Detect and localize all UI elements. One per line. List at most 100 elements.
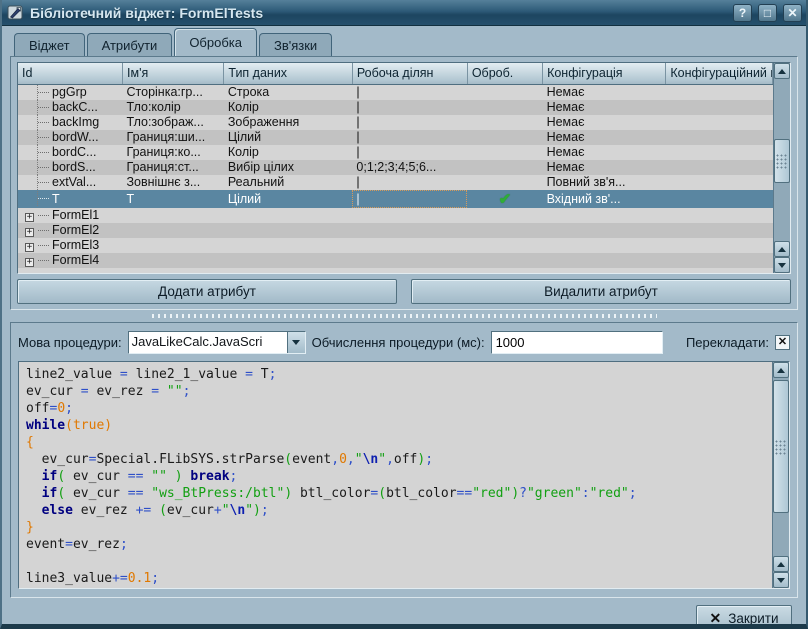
procedure-language-select[interactable]: JavaLikeCalc.JavaScri	[128, 331, 306, 354]
table-row[interactable]: backC...Тло:колірКолір|Немає	[18, 100, 773, 115]
expander-icon[interactable]: +	[25, 213, 34, 222]
column-header[interactable]: Конфігурація	[543, 63, 666, 84]
maximize-button[interactable]: □	[758, 4, 777, 22]
scroll-up-button-bottom[interactable]	[773, 556, 789, 572]
column-header[interactable]: Ім'я	[123, 63, 224, 84]
delete-attribute-button[interactable]: Видалити атрибут	[411, 279, 791, 304]
translate-checkbox[interactable]: ✕	[775, 335, 790, 350]
code-line: else ev_rez += (ev_cur+"\n");	[26, 503, 770, 520]
table-cell: T	[123, 190, 224, 208]
procedure-language-value: JavaLikeCalc.JavaScri	[129, 332, 287, 353]
tree-branch-icon	[38, 260, 49, 261]
table-cell: Тло:колір	[123, 100, 224, 115]
add-attribute-button[interactable]: Додати атрибут	[17, 279, 397, 304]
widget-app-icon	[7, 4, 24, 21]
column-header[interactable]: Оброб.	[467, 63, 542, 84]
tree-branch-icon	[38, 107, 49, 108]
close-button-label: Закрити	[728, 611, 778, 626]
attribute-id-cell: backC...	[18, 100, 123, 115]
attribute-table[interactable]: IdІм'яТип данихРобоча ділянОброб.Конфігу…	[18, 63, 773, 273]
code-line: }	[26, 520, 770, 537]
attribute-id-cell: extVal...	[18, 175, 123, 190]
tree-branch-icon	[38, 182, 49, 183]
table-cell: Повний зв'я...	[543, 175, 666, 190]
column-header[interactable]: Тип даних	[224, 63, 353, 84]
scroll-up-button[interactable]	[774, 63, 790, 79]
table-cell: Цілий	[224, 130, 353, 145]
window-title: Бібліотечний віджет: FormElTests	[30, 5, 727, 21]
table-row[interactable]: extVal...Зовнішнє з...Реальний|Повний зв…	[18, 175, 773, 190]
table-cell: Вхідний зв'...	[543, 190, 666, 208]
scrollbar-thumb[interactable]	[773, 380, 789, 514]
language-label: Мова процедури:	[18, 335, 122, 350]
column-header[interactable]: Id	[18, 63, 123, 84]
table-cell: |	[352, 100, 467, 115]
tree-branch-icon	[38, 122, 49, 123]
calc-period-input[interactable]	[491, 331, 663, 354]
table-cell	[666, 145, 773, 160]
table-cell	[666, 175, 773, 190]
tree-group-row[interactable]: +FormEl2	[18, 223, 773, 238]
table-row[interactable]: pgGrpСторінка:гр...Строка|Немає	[18, 84, 773, 100]
tree-branch-icon	[38, 198, 49, 199]
tree-branch-icon	[38, 167, 49, 168]
table-cell: Немає	[543, 130, 666, 145]
tree-group-row[interactable]: +FormEl1	[18, 208, 773, 223]
code-line: off=0;	[26, 401, 770, 418]
panel-splitter[interactable]	[2, 310, 806, 322]
scrollbar-track[interactable]	[774, 79, 790, 241]
scroll-up-button-bottom[interactable]	[774, 241, 790, 257]
tab-attributes[interactable]: Атрибути	[87, 33, 173, 56]
table-row[interactable]: backImgТло:зображ...Зображення|Немає	[18, 115, 773, 130]
tab-widget[interactable]: Віджет	[14, 33, 85, 56]
procedure-panel: Мова процедури: JavaLikeCalc.JavaScri Об…	[10, 322, 798, 598]
table-cell: |	[352, 145, 467, 160]
column-header[interactable]: Робоча ділян	[352, 63, 467, 84]
tree-group-row[interactable]: +FormEl3	[18, 238, 773, 253]
table-cell: Вибір цілих	[224, 160, 353, 175]
code-line: ev_cur = ev_rez = "";	[26, 384, 770, 401]
attribute-id-cell: pgGrp	[18, 84, 123, 100]
processed-cell	[467, 175, 542, 190]
group-cell: +FormEl1	[18, 208, 773, 223]
scroll-down-button[interactable]	[774, 257, 790, 273]
close-window-button[interactable]: ✕	[783, 4, 802, 22]
library-widget-dialog: Бібліотечний віджет: FormElTests ? □ ✕ В…	[0, 0, 808, 629]
translate-label: Перекладати:	[686, 335, 769, 350]
attribute-table-frame: IdІм'яТип данихРобоча ділянОброб.Конфігу…	[17, 62, 791, 274]
expander-icon[interactable]: +	[25, 258, 34, 267]
table-cell: Границя:ши...	[123, 130, 224, 145]
tree-branch-icon	[38, 230, 49, 231]
code-editor[interactable]: line2_value = line2_1_value = T;ev_cur =…	[19, 362, 772, 588]
scrollbar-track[interactable]	[773, 378, 789, 556]
table-row[interactable]: TTЦілий|✔Вхідний зв'...	[18, 190, 773, 208]
table-scrollbar[interactable]	[773, 63, 790, 273]
scroll-up-icon	[778, 243, 786, 252]
code-editor-frame: line2_value = line2_1_value = T;ev_cur =…	[18, 361, 790, 589]
table-cell: Сторінка:гр...	[123, 84, 224, 100]
help-button[interactable]: ?	[733, 4, 752, 22]
table-cell	[666, 130, 773, 145]
procedure-settings-row: Мова процедури: JavaLikeCalc.JavaScri Об…	[18, 330, 790, 355]
table-row[interactable]: bordS...Границя:ст...Вибір цілих0;1;2;3;…	[18, 160, 773, 175]
calc-period-label: Обчислення процедури (мс):	[312, 335, 485, 350]
expander-icon[interactable]: +	[25, 228, 34, 237]
tab-links[interactable]: Зв'язки	[259, 33, 332, 56]
scrollbar-thumb[interactable]	[774, 139, 790, 183]
table-cell: |	[352, 84, 467, 100]
chevron-down-icon[interactable]	[287, 332, 305, 353]
tab-processing[interactable]: Обробка	[174, 28, 257, 56]
table-row[interactable]: bordC...Границя:ко...Колір|Немає	[18, 145, 773, 160]
tree-group-row[interactable]: +FormEl4	[18, 253, 773, 268]
scroll-up-button[interactable]	[773, 362, 789, 378]
table-cell: Колір	[224, 145, 353, 160]
scroll-down-button[interactable]	[773, 572, 789, 588]
code-scrollbar[interactable]	[772, 362, 789, 588]
close-button[interactable]: ✕ Закрити	[696, 605, 792, 629]
expander-icon[interactable]: +	[25, 243, 34, 252]
processed-cell: ✔	[467, 190, 542, 208]
table-cell: Границя:ст...	[123, 160, 224, 175]
close-x-icon: ✕	[709, 610, 721, 627]
table-row[interactable]: bordW...Границя:ши...Цілий|Немає	[18, 130, 773, 145]
column-header[interactable]: Конфігураційний ша	[666, 63, 773, 84]
